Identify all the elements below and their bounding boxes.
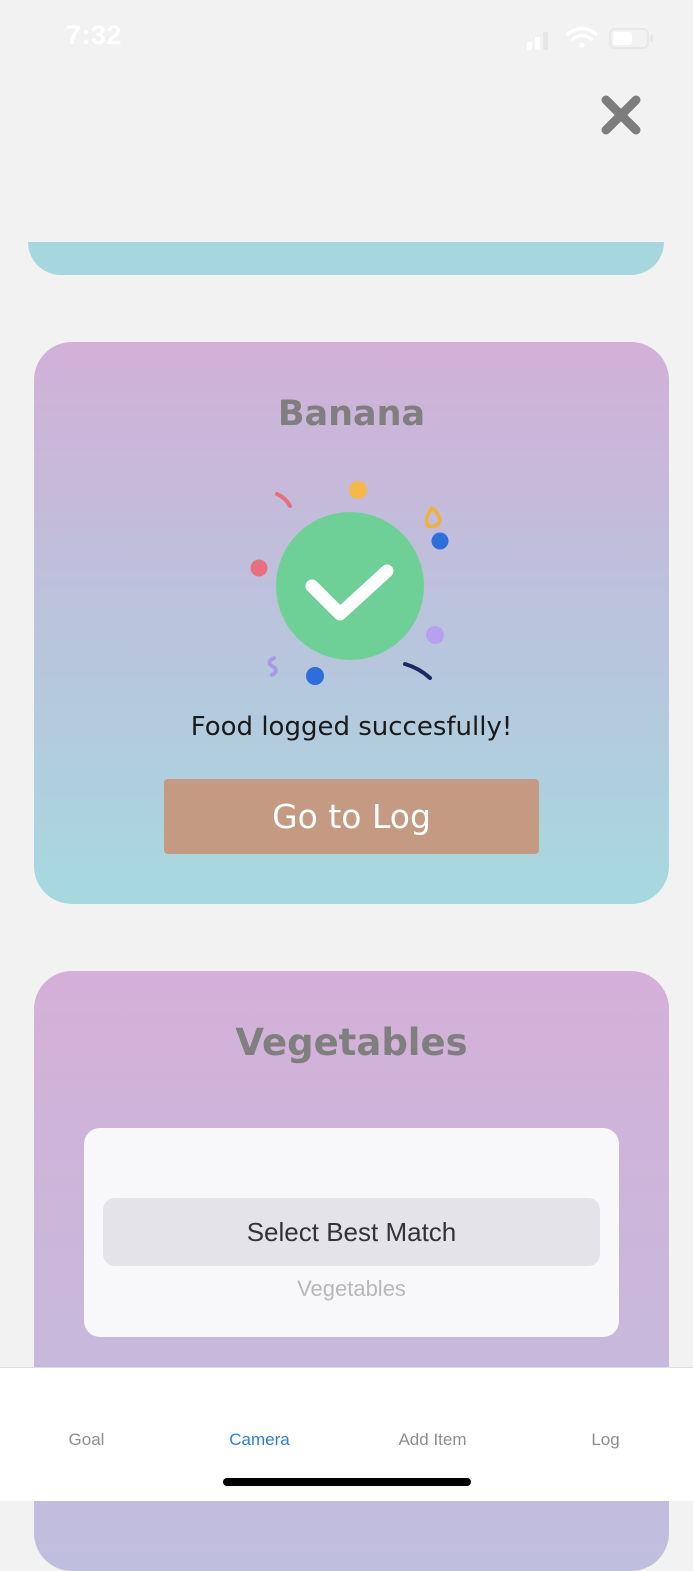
tab-log[interactable]: Log xyxy=(519,1430,692,1450)
status-bar: 7:32 xyxy=(0,0,693,80)
home-indicator xyxy=(223,1478,471,1486)
success-message: Food logged succesfully! xyxy=(190,712,513,742)
close-icon xyxy=(601,95,641,135)
battery-icon xyxy=(609,28,653,49)
tab-add-item[interactable]: Add Item xyxy=(346,1430,519,1450)
previous-food-card xyxy=(28,242,664,275)
wifi-icon xyxy=(566,26,598,48)
status-time: 7:32 xyxy=(66,20,123,50)
tab-goal[interactable]: Goal xyxy=(0,1430,173,1450)
picker-selected-option[interactable]: Select Best Match xyxy=(103,1198,600,1266)
signal-icon xyxy=(527,32,548,50)
food-title: Vegetables xyxy=(235,1021,468,1064)
checkmark-success-icon xyxy=(250,481,449,685)
best-match-picker[interactable]: Select Best Match Vegetables xyxy=(84,1128,619,1337)
picker-option[interactable]: Vegetables xyxy=(84,1276,619,1302)
status-icons xyxy=(527,26,653,50)
banana-food-card: Banana Food logged succesfully! Go to Lo… xyxy=(34,342,669,904)
food-title: Banana xyxy=(277,394,426,434)
go-to-log-button[interactable]: Go to Log xyxy=(164,779,539,854)
close-button[interactable] xyxy=(596,90,646,140)
tab-camera[interactable]: Camera xyxy=(173,1430,346,1450)
